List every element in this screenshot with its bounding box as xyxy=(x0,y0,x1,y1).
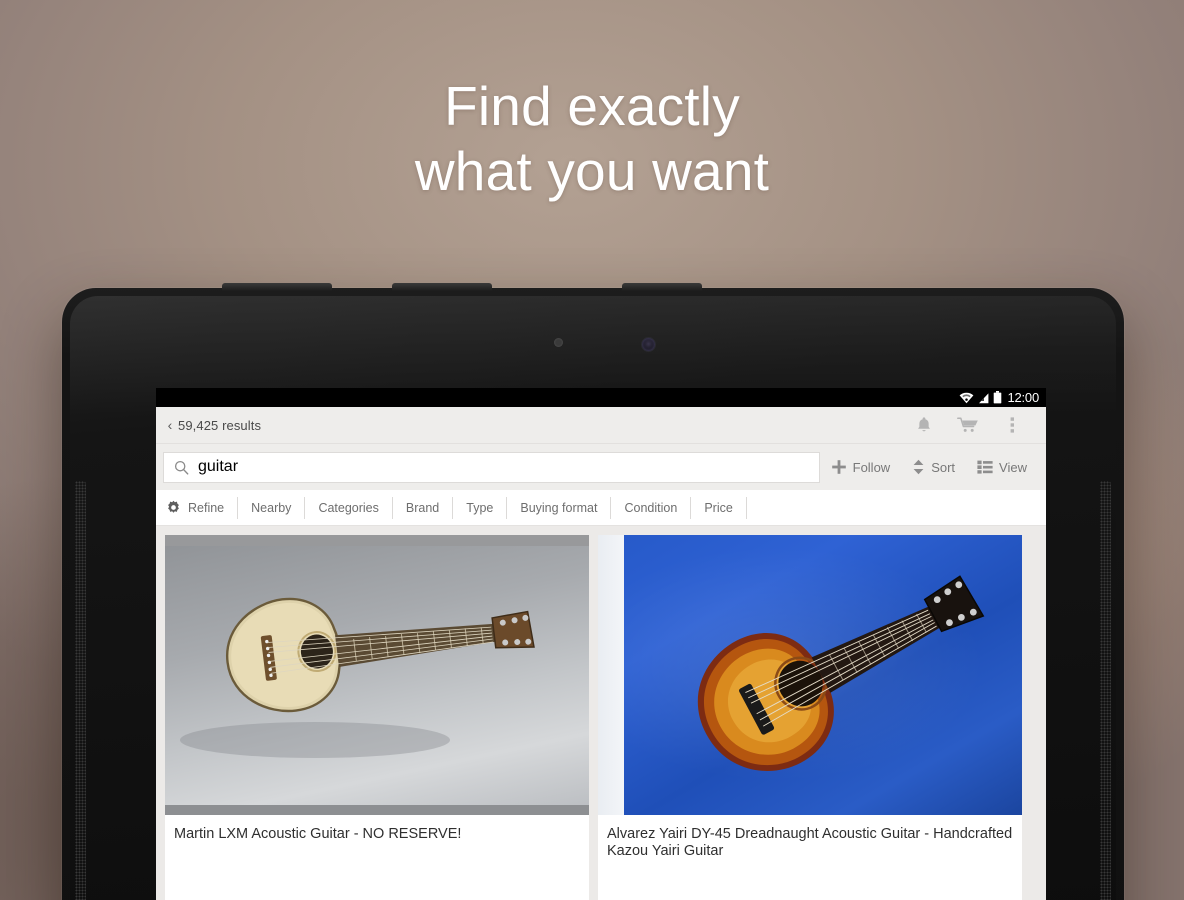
results-grid: Martin LXM Acoustic Guitar - NO RESERVE!… xyxy=(156,526,1046,900)
cart-button[interactable] xyxy=(946,416,990,434)
filter-chip-label: Categories xyxy=(318,500,379,515)
filter-chip-label: Price xyxy=(704,500,733,515)
list-view-icon xyxy=(977,460,993,474)
notifications-icon xyxy=(918,417,930,432)
sort-arrows-icon xyxy=(913,459,924,475)
follow-button[interactable]: Follow xyxy=(820,450,902,484)
filter-chip-label: Buying format xyxy=(520,500,598,515)
result-title: Alvarez Yairi DY-45 Dreadnaught Acoustic… xyxy=(607,826,1013,859)
search-input-value: guitar xyxy=(198,458,239,475)
app-bar: ‹ 59,425 results xyxy=(156,407,1046,444)
sort-button[interactable]: Sort xyxy=(901,450,966,484)
device-top-button-1 xyxy=(222,283,332,291)
filter-chip-buying-format[interactable]: Buying format xyxy=(507,496,612,519)
speaker-grille-left xyxy=(75,481,86,900)
plus-icon xyxy=(831,460,846,474)
status-bar-clock: 12:00 xyxy=(1007,390,1039,405)
guitar-illustration xyxy=(180,597,535,758)
filter-chip-row: Refine Nearby Categories Brand Type Buyi… xyxy=(156,490,1046,526)
filter-chip-nearby[interactable]: Nearby xyxy=(238,496,306,519)
wifi-icon xyxy=(960,392,974,403)
filter-chip-refine[interactable]: Refine xyxy=(166,496,239,519)
filter-chip-condition[interactable]: Condition xyxy=(611,496,692,519)
notifications-button[interactable] xyxy=(902,416,946,434)
search-icon xyxy=(174,460,189,475)
overflow-menu-button[interactable] xyxy=(990,416,1034,434)
filter-chip-label: Refine xyxy=(188,500,225,515)
result-card[interactable]: Alvarez Yairi DY-45 Dreadnaught Acoustic… xyxy=(598,535,1022,900)
front-camera-icon xyxy=(642,338,655,351)
speaker-grille-right xyxy=(1100,481,1111,900)
filter-chip-label: Condition xyxy=(624,500,678,515)
promo-headline: Find exactly what you want xyxy=(0,74,1184,204)
battery-full-icon xyxy=(994,391,1002,404)
filter-chip-categories[interactable]: Categories xyxy=(305,496,393,519)
device-screen: 12:00 ‹ 59,425 results guitar Follow Sor… xyxy=(156,388,1046,900)
device-bezel: 12:00 ‹ 59,425 results guitar Follow Sor… xyxy=(70,296,1116,900)
gear-icon xyxy=(168,500,179,513)
status-bar: 12:00 xyxy=(156,388,1046,407)
device-top-button-3 xyxy=(622,283,702,291)
promo-headline-line-2: what you want xyxy=(414,140,770,202)
tablet-device: 12:00 ‹ 59,425 results guitar Follow Sor… xyxy=(62,283,1124,900)
device-top-button-2 xyxy=(392,283,492,291)
search-row: guitar Follow Sort View xyxy=(156,444,1046,490)
sort-label: Sort xyxy=(931,459,956,475)
filter-chip-label: Type xyxy=(466,500,494,515)
cellular-signal-icon xyxy=(979,392,989,403)
view-button[interactable]: View xyxy=(966,450,1038,484)
filter-chip-brand[interactable]: Brand xyxy=(393,496,454,519)
filter-chip-type[interactable]: Type xyxy=(453,496,508,519)
result-title: Martin LXM Acoustic Guitar - NO RESERVE! xyxy=(174,826,462,842)
screenshot-stage: Find exactly what you want 12:00 ‹ 59,42… xyxy=(0,0,1184,900)
view-label: View xyxy=(999,459,1027,475)
search-input[interactable]: guitar xyxy=(163,451,820,483)
result-card[interactable]: Martin LXM Acoustic Guitar - NO RESERVE!… xyxy=(165,535,589,900)
overflow-menu-icon xyxy=(1010,417,1014,433)
filter-chip-label: Nearby xyxy=(251,500,292,515)
cart-icon xyxy=(957,417,978,432)
guitar-illustration xyxy=(697,575,985,771)
filter-chip-label: Brand xyxy=(405,500,440,515)
results-count-label: 59,425 results xyxy=(178,417,262,433)
back-chevron-icon[interactable]: ‹ xyxy=(162,418,178,432)
promo-headline-line-1: Find exactly xyxy=(444,75,740,137)
result-card-body: Martin LXM Acoustic Guitar - NO RESERVE!… xyxy=(165,815,589,900)
filter-chip-price[interactable]: Price xyxy=(691,496,747,519)
martin-lxm-acoustic-guitar-photo[interactable] xyxy=(165,535,589,815)
ambient-light-sensor-icon xyxy=(554,338,563,347)
follow-label: Follow xyxy=(852,459,891,475)
result-card-body: Alvarez Yairi DY-45 Dreadnaught Acoustic… xyxy=(598,815,1022,900)
alvarez-yairi-dy45-guitar-photo[interactable] xyxy=(598,535,1022,815)
